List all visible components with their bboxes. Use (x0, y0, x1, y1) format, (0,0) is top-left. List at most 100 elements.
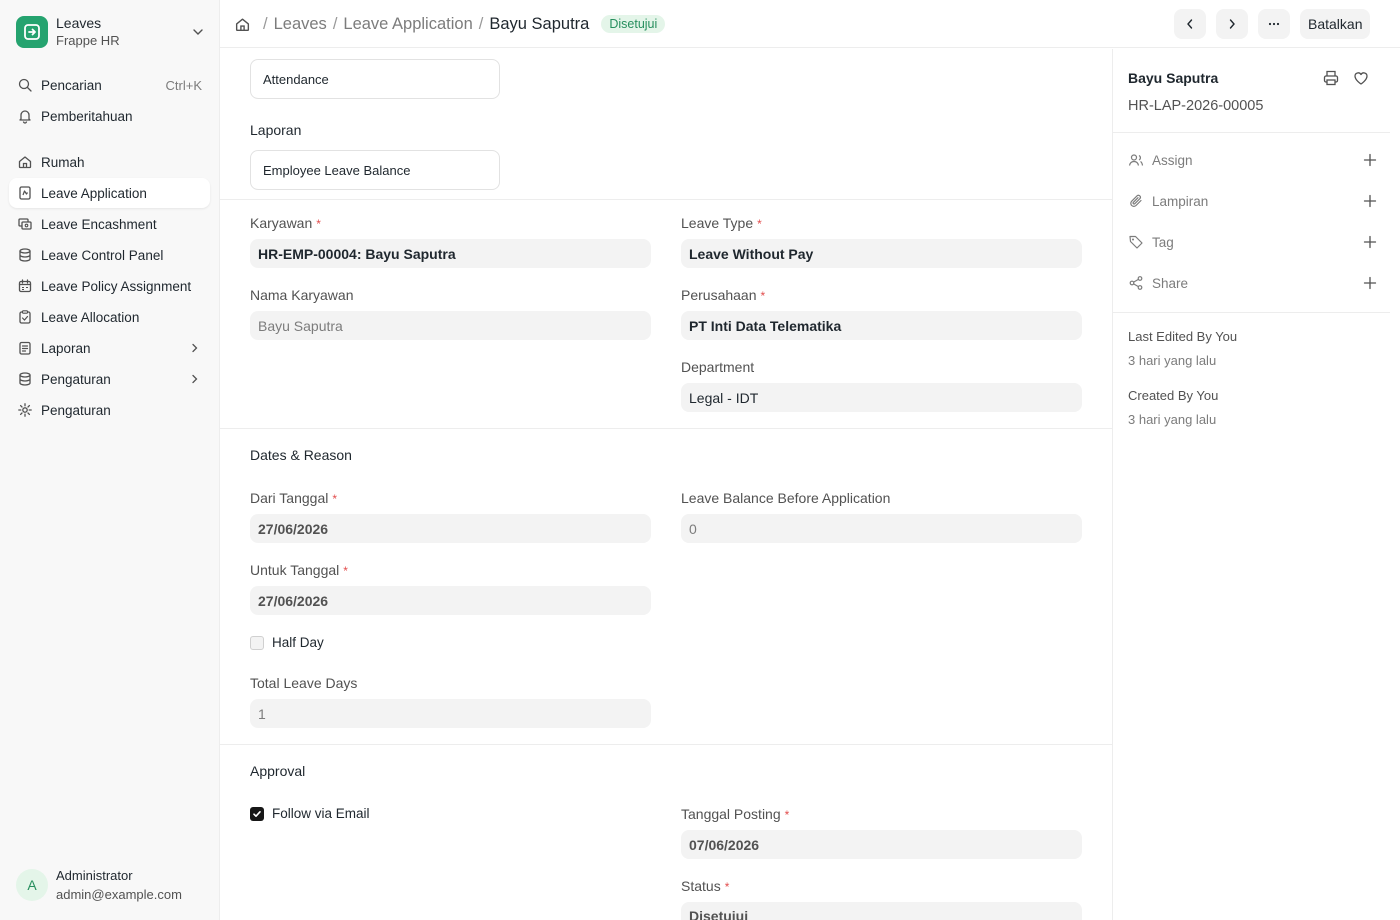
chevron-right-icon (1229, 19, 1235, 29)
sidebar-item-label: Leave Policy Assignment (41, 278, 192, 294)
cash-icon (18, 218, 32, 230)
breadcrumb-leaves[interactable]: Leaves (274, 15, 327, 34)
from-date-label: Dari Tanggal * (250, 490, 338, 506)
posting-date-label: Tanggal Posting * (681, 806, 790, 822)
link-attendance[interactable]: Attendance (250, 59, 500, 99)
previous-button[interactable] (1174, 9, 1206, 39)
sidebar-item-home[interactable]: Rumah (9, 147, 210, 177)
follow-email-checkbox[interactable]: Follow via Email (250, 806, 370, 821)
attachments-label: Lampiran (1152, 193, 1209, 209)
assign-row[interactable]: Assign (1128, 150, 1378, 170)
next-button[interactable] (1216, 9, 1248, 39)
report-icon (19, 341, 31, 355)
share-label: Share (1152, 275, 1189, 291)
leave-type-label: Leave Type * (681, 215, 762, 231)
search-label: Pencarian (41, 77, 102, 93)
to-date-field[interactable]: 27/06/2026 (250, 586, 651, 615)
form-main: Attendance Laporan Employee Leave Balanc… (220, 49, 1113, 920)
sidebar-item-label: Leave Application (41, 185, 147, 201)
chevron-right-icon (192, 343, 198, 353)
paperclip-icon (1130, 194, 1142, 207)
status-field[interactable]: Disetujui (681, 902, 1082, 920)
search-icon (18, 78, 32, 92)
sidebar-item-leave-application[interactable]: Leave Application (9, 178, 210, 208)
sidebar-right: Bayu Saputra HR-LAP-2026-00005 Assign La… (1113, 49, 1390, 920)
page-title: Bayu Saputra (489, 14, 590, 33)
leave-balance-field: 0 (681, 514, 1082, 543)
app-switcher[interactable]: Leaves Frappe HR (16, 14, 206, 50)
sidebar-item-pengaturan-group[interactable]: Pengaturan (9, 364, 210, 394)
share-row[interactable]: Share (1128, 273, 1378, 293)
bell-icon (19, 110, 31, 124)
tags-label: Tag (1152, 234, 1174, 250)
app-name: Leaves (56, 15, 102, 31)
breadcrumb-leave-application[interactable]: Leave Application (343, 15, 472, 34)
tags-row[interactable]: Tag (1128, 232, 1378, 252)
last-edited-label: Last Edited By You (1128, 329, 1238, 344)
search-shortcut: Ctrl+K (165, 77, 202, 93)
more-actions-button[interactable] (1258, 9, 1290, 39)
printer-icon[interactable] (1322, 69, 1340, 87)
half-day-checkbox[interactable]: Half Day (250, 635, 324, 650)
plus-icon[interactable] (1362, 193, 1378, 209)
plus-icon[interactable] (1362, 234, 1378, 250)
breadcrumb: / Leaves / Leave Application / Bayu Sapu… (234, 12, 666, 36)
share-icon (1129, 276, 1143, 290)
plus-icon[interactable] (1362, 152, 1378, 168)
breadcrumb-separator: / (332, 14, 338, 33)
user-name: Administrator (56, 868, 133, 883)
clipboard-icon (19, 310, 31, 324)
panel-divider (1113, 312, 1390, 313)
status-badge: Disetujui (601, 15, 666, 33)
employee-field[interactable]: HR-EMP-00004: Bayu Saputra (250, 239, 651, 268)
from-date-field[interactable]: 27/06/2026 (250, 514, 651, 543)
heart-icon[interactable] (1352, 69, 1370, 87)
doc-id: HR-LAP-2026-00005 (1128, 98, 1264, 114)
assign-icon (1128, 154, 1144, 166)
user-menu[interactable]: A Administrator admin@example.com (16, 866, 182, 904)
user-email: admin@example.com (56, 887, 182, 902)
chevron-right-icon (192, 374, 198, 384)
sidebar-item-label: Pengaturan (41, 371, 111, 387)
database-icon (19, 248, 31, 262)
company-label: Perusahaan * (681, 287, 766, 303)
home-icon[interactable] (234, 16, 251, 33)
sidebar-item-leave-policy-assignment[interactable]: Leave Policy Assignment (9, 271, 210, 301)
sidebar-item-laporan[interactable]: Laporan (9, 333, 210, 363)
link-employee-leave-balance[interactable]: Employee Leave Balance (250, 150, 500, 190)
sidebar-search[interactable]: Pencarian Ctrl+K (9, 70, 210, 100)
avatar: A (16, 869, 48, 901)
sidebar-notifications[interactable]: Pemberitahuan (9, 101, 210, 131)
leave-application-icon (19, 186, 31, 200)
posting-date-field[interactable]: 07/06/2026 (681, 830, 1082, 859)
company-field[interactable]: PT Inti Data Telematika (681, 311, 1082, 340)
breadcrumb-separator: / (263, 14, 268, 33)
dates-section-title: Dates & Reason (250, 447, 352, 463)
checkbox-unchecked[interactable] (250, 635, 264, 650)
sidebar-item-label: Leave Encashment (41, 216, 157, 232)
plus-icon[interactable] (1362, 275, 1378, 291)
checkbox-checked[interactable] (250, 806, 264, 821)
follow-email-label: Follow via Email (272, 806, 370, 821)
section-divider (220, 744, 1112, 745)
cancel-button[interactable]: Batalkan (1300, 9, 1371, 39)
total-days-field: 1 (250, 699, 651, 728)
sidebar-item-leave-control-panel[interactable]: Leave Control Panel (9, 240, 210, 270)
approval-section-title: Approval (250, 763, 306, 779)
chevron-down-icon (193, 29, 203, 35)
assign-label: Assign (1152, 152, 1193, 168)
leave-type-field[interactable]: Leave Without Pay (681, 239, 1082, 268)
attachments-row[interactable]: Lampiran (1128, 191, 1378, 211)
status-label: Status * (681, 878, 730, 894)
check-icon (253, 810, 261, 817)
more-horizontal-icon (1268, 22, 1280, 26)
sidebar-item-label: Laporan (41, 340, 91, 356)
leave-balance-label: Leave Balance Before Application (681, 490, 891, 506)
sidebar-item-leave-encashment[interactable]: Leave Encashment (9, 209, 210, 239)
department-field[interactable]: Legal - IDT (681, 383, 1082, 412)
calendar-icon (18, 279, 32, 293)
sidebar-item-pengaturan[interactable]: Pengaturan (9, 395, 210, 425)
breadcrumb-separator: / (478, 14, 484, 33)
created-label: Created By You (1128, 388, 1219, 403)
sidebar-item-leave-allocation[interactable]: Leave Allocation (9, 302, 210, 332)
